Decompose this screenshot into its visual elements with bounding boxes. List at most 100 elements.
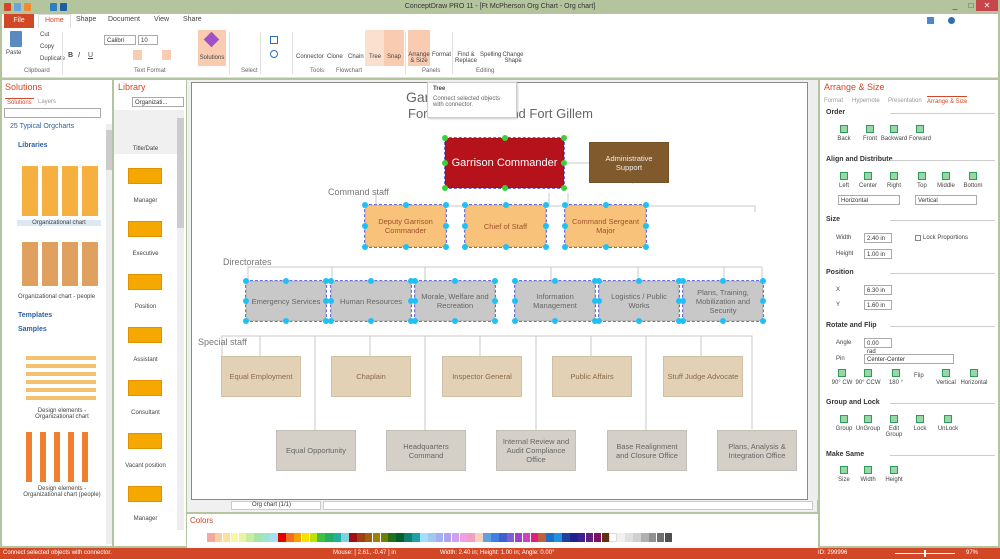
library-scrollbar[interactable] [177,110,184,530]
input-field[interactable]: Center-Center [864,354,954,364]
selection-handle[interactable] [596,278,602,284]
paste-button[interactable]: Paste [6,50,21,56]
font-family-select[interactable]: Calibri [104,35,136,45]
org-node-directorate[interactable]: Human Resources [330,280,412,322]
color-swatch[interactable] [522,533,531,542]
selection-handle[interactable] [680,298,686,304]
org-node-directorate[interactable]: Information Management [514,280,596,322]
selection-handle[interactable] [636,278,642,284]
connector-button[interactable]: Connector [296,54,324,60]
arrange-button[interactable]: Backward [880,125,908,142]
canvas-area[interactable]: Garrison Fort McPherson and Fort Gillem … [187,80,817,512]
selection-handle[interactable] [512,298,518,304]
selection-handle[interactable] [402,202,409,208]
color-swatch[interactable] [254,533,262,542]
vertical-distribute-select[interactable]: Vertical [915,195,977,205]
selection-handle[interactable] [680,278,686,284]
templates-node[interactable]: Templates [18,312,52,319]
color-swatch[interactable] [278,533,286,542]
color-swatch[interactable] [569,533,578,542]
tab-shape[interactable]: Shape [76,16,96,23]
find-replace-button[interactable]: Find & Replace [454,52,478,64]
selection-handle[interactable] [561,135,567,141]
layout-icon[interactable] [927,17,934,24]
tab-view[interactable]: View [154,16,169,23]
selection-handle[interactable] [462,202,468,208]
selection-handle[interactable] [243,298,249,304]
selection-handle[interactable] [643,223,649,229]
org-node-command-staff[interactable]: Deputy Garrison Commander [364,204,447,248]
selection-handle[interactable] [402,244,409,250]
tab-solutions[interactable]: Solutions [5,98,34,107]
selection-handle[interactable] [412,298,418,304]
vertical-scrollbar[interactable] [810,80,818,500]
color-swatch[interactable] [475,533,483,542]
color-swatch[interactable] [285,533,294,542]
font-size-select[interactable]: 10 [138,35,158,45]
selection-handle[interactable] [462,223,468,229]
ellipse-tool-icon[interactable] [270,50,278,58]
drawing-page[interactable]: Garrison Fort McPherson and Fort Gillem … [191,82,808,500]
selection-handle[interactable] [443,202,449,208]
selection-handle[interactable] [720,278,726,284]
color-swatch[interactable] [617,533,625,542]
color-swatch[interactable] [514,533,523,542]
color-swatch[interactable] [530,533,539,542]
section-header[interactable]: Position [826,269,854,276]
selection-handle[interactable] [636,318,642,324]
tab-home[interactable]: Home [38,14,71,28]
sample-people-thumb[interactable] [26,432,96,482]
color-swatch[interactable] [262,533,270,542]
selection-handle[interactable] [562,223,568,229]
selection-handle[interactable] [452,278,458,284]
library-shape-thumb[interactable] [128,486,162,502]
section-header[interactable]: Group and Lock [826,399,880,406]
snap-button[interactable]: Snap [384,30,404,66]
color-swatch[interactable] [609,533,618,542]
sample-item-design-elements-people[interactable]: Design elements - Organizational chart (… [18,486,106,498]
align-middle-button[interactable] [162,50,171,60]
org-node-special-staff[interactable]: Equal Employment [221,356,301,397]
horizontal-scrollbar[interactable] [323,501,813,510]
selection-handle[interactable] [492,278,498,284]
bold-button[interactable]: B [68,52,73,59]
org-chart-people-thumb[interactable] [22,242,100,286]
selection-handle[interactable] [680,318,686,324]
selection-handle[interactable] [552,318,558,324]
org-node-special-staff[interactable]: Chaplain [331,356,411,397]
clone-button[interactable]: Clone [327,54,343,60]
org-node-command-staff[interactable]: Command Sergeant Major [564,204,647,248]
org-node-special-staff[interactable]: Inspector General [442,356,522,397]
org-node-directorate[interactable]: Morale, Welfare and Recreation [414,280,496,322]
selection-handle[interactable] [643,244,649,250]
sample-item-design-elements[interactable]: Design elements - Organizational chart [22,408,102,420]
org-node-special-staff[interactable]: Stuff Judge Advocate [663,356,743,397]
color-swatch[interactable] [593,533,602,542]
libraries-node[interactable]: Libraries [18,142,48,149]
tab-document[interactable]: Document [108,16,140,23]
tab-format[interactable]: Format [824,98,843,104]
tree-button[interactable]: Tree [365,30,385,66]
lib-item-org-chart-people[interactable]: Organizational chart - people [18,294,95,300]
selection-handle[interactable] [501,185,508,191]
selection-handle[interactable] [602,202,609,208]
arrange-size-button[interactable]: Arrange & Size [408,30,430,66]
library-item[interactable]: Title/Date [114,146,177,152]
color-swatch[interactable] [396,533,404,542]
arrange-button[interactable]: Edit Group [880,415,908,438]
input-field[interactable]: 1.00 in [864,249,892,259]
selection-handle[interactable] [442,135,448,141]
org-node-special-staff[interactable]: Public Affairs [552,356,632,397]
selection-handle[interactable] [643,202,649,208]
color-swatch[interactable] [554,533,562,542]
change-shape-button[interactable]: Change Shape [502,52,524,64]
color-swatch[interactable] [270,533,278,542]
arrange-button[interactable]: Middle [932,172,960,189]
solutions-search-input[interactable] [4,108,101,118]
selection-handle[interactable] [368,278,374,284]
cut-button[interactable]: Cut [40,32,49,38]
selection-handle[interactable] [412,318,418,324]
color-swatch[interactable] [633,533,641,542]
section-header[interactable]: Order [826,109,845,116]
color-swatch[interactable] [372,533,381,542]
